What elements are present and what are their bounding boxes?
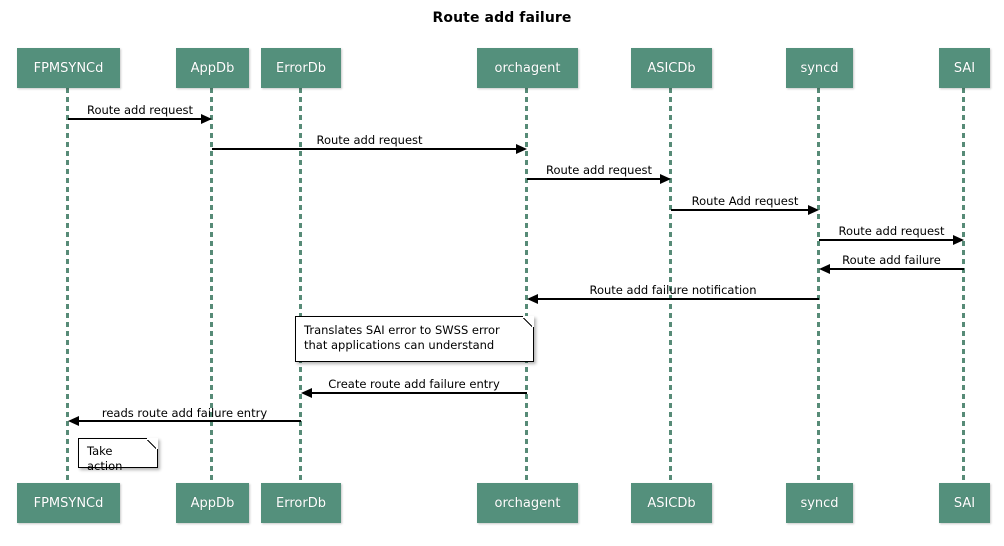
message-arrowhead-5 xyxy=(953,235,964,245)
message-label-2: Route add request xyxy=(316,133,423,147)
participant-sai-top[interactable]: SAI xyxy=(939,48,990,88)
note-take-action: Take action xyxy=(78,438,158,473)
participant-errordb-top[interactable]: ErrorDb xyxy=(261,48,341,88)
note-text: Take action xyxy=(87,444,123,473)
participant-orchagent-bottom[interactable]: orchagent xyxy=(477,483,578,523)
participant-appdb-bottom[interactable]: AppDb xyxy=(176,483,249,523)
participant-label: ASICDb xyxy=(647,60,696,76)
participant-asicdb-bottom[interactable]: ASICDb xyxy=(631,483,712,523)
participant-appdb-top[interactable]: AppDb xyxy=(176,48,249,88)
participant-label: SAI xyxy=(953,60,976,76)
participant-errordb-bottom[interactable]: ErrorDb xyxy=(261,483,341,523)
lifeline-sai xyxy=(962,88,965,483)
message-arrowhead-1 xyxy=(201,114,212,124)
message-label-4: Route Add request xyxy=(691,194,799,208)
message-label-3: Route add request xyxy=(545,163,653,177)
message-line-9 xyxy=(79,420,301,422)
message-line-2 xyxy=(212,148,516,150)
participant-syncd-top[interactable]: syncd xyxy=(786,48,853,88)
message-line-6 xyxy=(830,268,964,270)
message-line-7 xyxy=(538,298,819,300)
message-label-8: Create route add failure entry xyxy=(328,377,500,391)
message-line-4 xyxy=(671,209,808,211)
participant-syncd-bottom[interactable]: syncd xyxy=(786,483,853,523)
message-arrowhead-2 xyxy=(516,144,527,154)
participant-sai-bottom[interactable]: SAI xyxy=(939,483,990,523)
diagram-title: Route add failure xyxy=(432,10,572,26)
message-arrowhead-9 xyxy=(68,416,79,426)
message-arrowhead-7 xyxy=(527,294,538,304)
message-arrowhead-4 xyxy=(808,205,819,215)
participant-label: ASICDb xyxy=(647,495,696,511)
participant-label: ErrorDb xyxy=(276,495,326,511)
message-arrowhead-3 xyxy=(660,174,671,184)
participant-orchagent-top[interactable]: orchagent xyxy=(477,48,578,88)
participant-label: FPMSYNCd xyxy=(33,495,104,511)
participant-label: ErrorDb xyxy=(276,60,326,76)
message-arrowhead-6 xyxy=(819,264,830,274)
participant-label: AppDb xyxy=(190,495,235,511)
note-translate-error: Translates SAI error to SWSS error that … xyxy=(295,316,534,362)
message-line-1 xyxy=(68,118,201,120)
message-label-1: Route add request xyxy=(86,103,194,117)
participant-label: FPMSYNCd xyxy=(33,60,104,76)
message-label-6: Route add failure xyxy=(842,253,941,267)
message-arrowhead-8 xyxy=(301,388,312,398)
note-text: Translates SAI error to SWSS error that … xyxy=(304,323,500,352)
message-label-9: reads route add failure entry xyxy=(101,406,268,420)
note-fold-corner-icon xyxy=(523,316,534,327)
sequence-diagram: Route add failure FPMSYNCd AppDb ErrorDb… xyxy=(0,0,1004,546)
participant-label: AppDb xyxy=(190,60,235,76)
participant-label: orchagent xyxy=(494,495,561,511)
participant-fpmsyncd-bottom[interactable]: FPMSYNCd xyxy=(17,483,120,523)
message-label-5: Route add request xyxy=(838,224,945,238)
participant-label: syncd xyxy=(800,60,839,76)
message-label-7: Route add failure notification xyxy=(589,283,757,297)
message-line-8 xyxy=(312,392,527,394)
message-line-5 xyxy=(819,239,953,241)
participant-fpmsyncd-top[interactable]: FPMSYNCd xyxy=(17,48,120,88)
participant-label: SAI xyxy=(953,495,976,511)
message-line-3 xyxy=(527,178,660,180)
participant-asicdb-top[interactable]: ASICDb xyxy=(631,48,712,88)
participant-label: syncd xyxy=(800,495,839,511)
note-fold-corner-icon xyxy=(147,438,158,449)
participant-label: orchagent xyxy=(494,60,561,76)
